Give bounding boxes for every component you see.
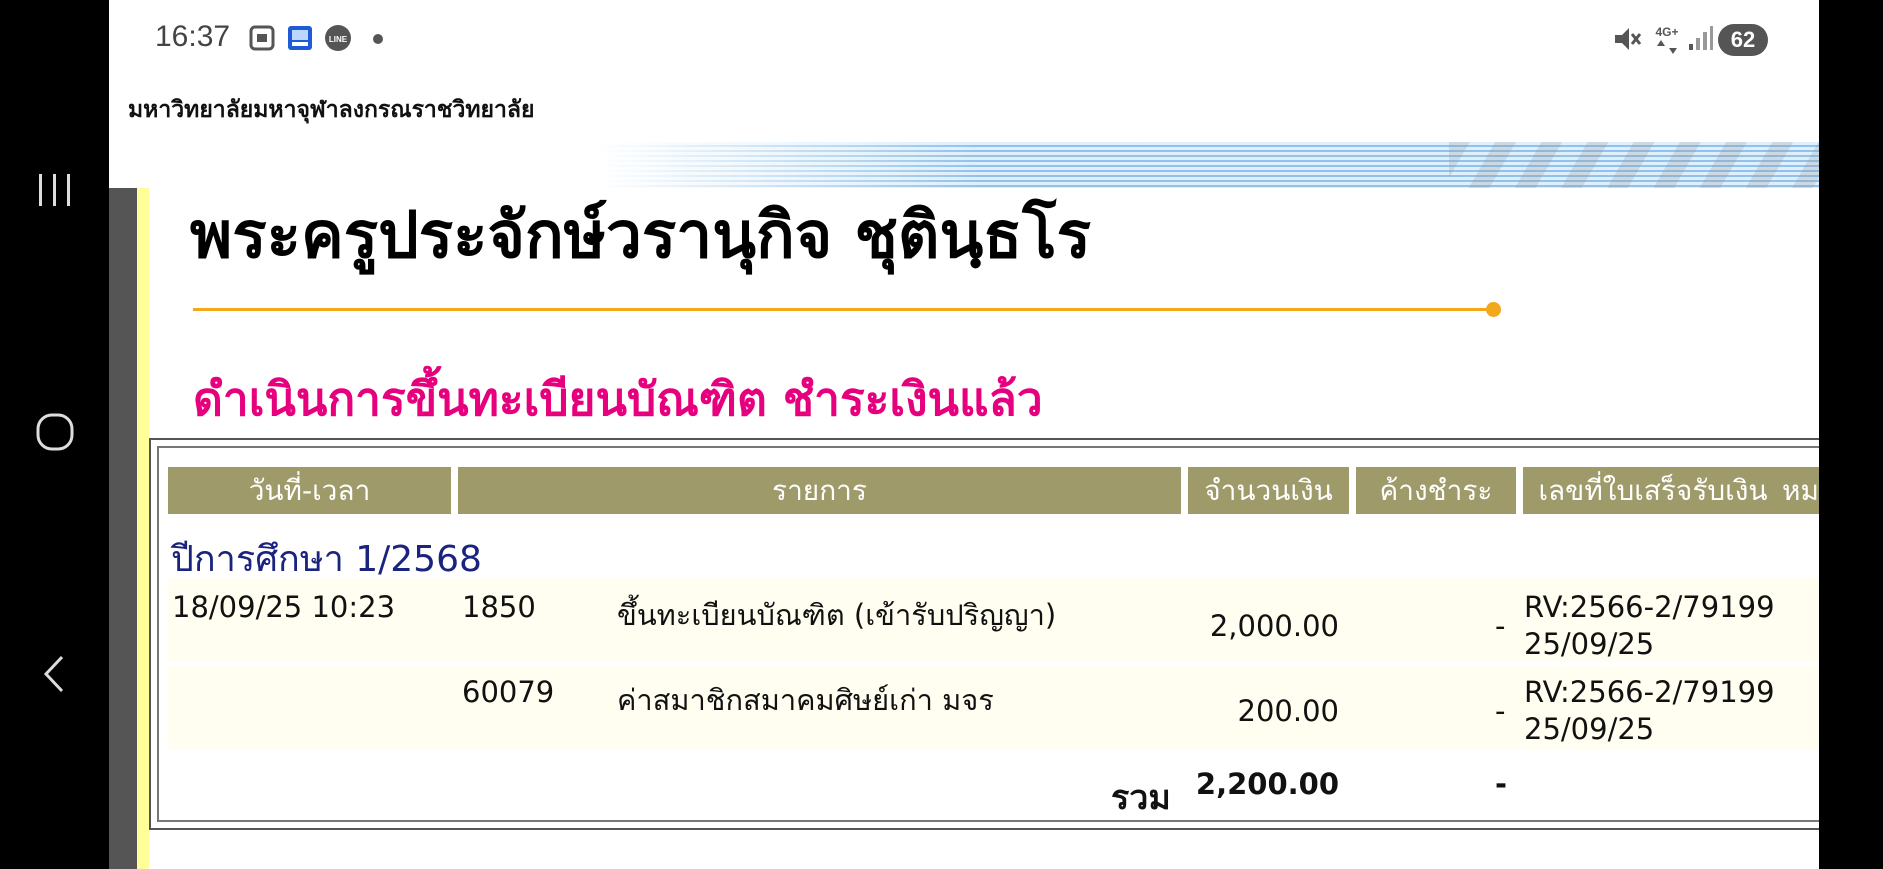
svg-text:LINE: LINE bbox=[329, 35, 348, 44]
column-header-amount: จำนวนเงิน bbox=[1188, 467, 1349, 514]
recents-icon bbox=[38, 174, 70, 206]
screenshot-icon bbox=[249, 25, 275, 51]
right-edge bbox=[1819, 0, 1883, 869]
total-amount: 2,200.00 bbox=[1195, 767, 1339, 801]
row-outstanding: - bbox=[1495, 694, 1506, 728]
home-button[interactable] bbox=[0, 410, 109, 454]
university-name: มหาวิทยาลัยมหาจุฬาลงกรณราชวิทยาลัย bbox=[128, 97, 535, 123]
header-banner-fade bbox=[599, 142, 979, 188]
home-icon bbox=[36, 413, 73, 451]
back-button[interactable] bbox=[0, 652, 109, 696]
status-time: 16:37 bbox=[155, 20, 231, 53]
row-amount: 2,000.00 bbox=[1209, 609, 1339, 643]
title-divider-dot bbox=[1486, 302, 1501, 317]
row-code: 1850 bbox=[462, 590, 536, 624]
total-label: รวม bbox=[1111, 778, 1171, 818]
column-header-outstanding: ค้างชำระ bbox=[1356, 467, 1516, 514]
row-receipt-date: 25/09/25 bbox=[1524, 627, 1655, 661]
mute-icon bbox=[1615, 28, 1642, 50]
row-datetime: 18/09/25 10:23 bbox=[172, 590, 396, 624]
battery-indicator: 62 bbox=[1718, 24, 1768, 56]
header-banner-decoration bbox=[1449, 142, 1819, 188]
column-header-item: รายการ bbox=[458, 467, 1181, 514]
total-outstanding: - bbox=[1495, 767, 1508, 801]
app-screen: 16:37 LINE 4G+ 62 มหาวิทยาลัยมหาจุฬาลงกร… bbox=[109, 0, 1819, 869]
row-code: 60079 bbox=[462, 675, 555, 709]
gallery-icon bbox=[288, 26, 312, 50]
row-receipt-number: RV:2566-2/79199 bbox=[1524, 675, 1775, 709]
notification-dot-icon bbox=[373, 34, 383, 44]
column-header-note: หม bbox=[1778, 467, 1819, 514]
system-navigation-bar bbox=[0, 0, 109, 869]
row-receipt-date: 25/09/25 bbox=[1524, 712, 1655, 746]
section-title: ดำเนินการขึ้นทะเบียนบัณฑิต ชำระเงินแล้ว bbox=[193, 372, 1043, 426]
left-accent-bar bbox=[109, 188, 137, 869]
row-description: ค่าสมาชิกสมาคมศิษย์เก่า มจร bbox=[617, 683, 994, 717]
back-icon bbox=[43, 655, 63, 693]
line-app-icon: LINE bbox=[325, 25, 351, 51]
left-accent-stripe bbox=[137, 188, 149, 869]
row-description: ขึ้นทะเบียนบัณฑิต (เข้ารับปริญญา) bbox=[617, 598, 1057, 632]
title-divider bbox=[193, 308, 1493, 311]
svg-text:4G+: 4G+ bbox=[1655, 25, 1678, 39]
column-header-datetime: วันที่-เวลา bbox=[168, 467, 451, 514]
recents-button[interactable] bbox=[0, 170, 109, 210]
page-title: พระครูประจักษ์วรานุกิจ ชุตินฺธโร bbox=[190, 199, 1092, 273]
column-header-receipt: เลขที่ใบเสร็จรับเงิน bbox=[1523, 467, 1783, 514]
row-receipt-number: RV:2566-2/79199 bbox=[1524, 590, 1775, 624]
row-outstanding: - bbox=[1495, 609, 1506, 643]
row-amount: 200.00 bbox=[1237, 694, 1339, 728]
signal-icon bbox=[1689, 26, 1713, 50]
network-4g-icon: 4G+ bbox=[1655, 25, 1679, 54]
